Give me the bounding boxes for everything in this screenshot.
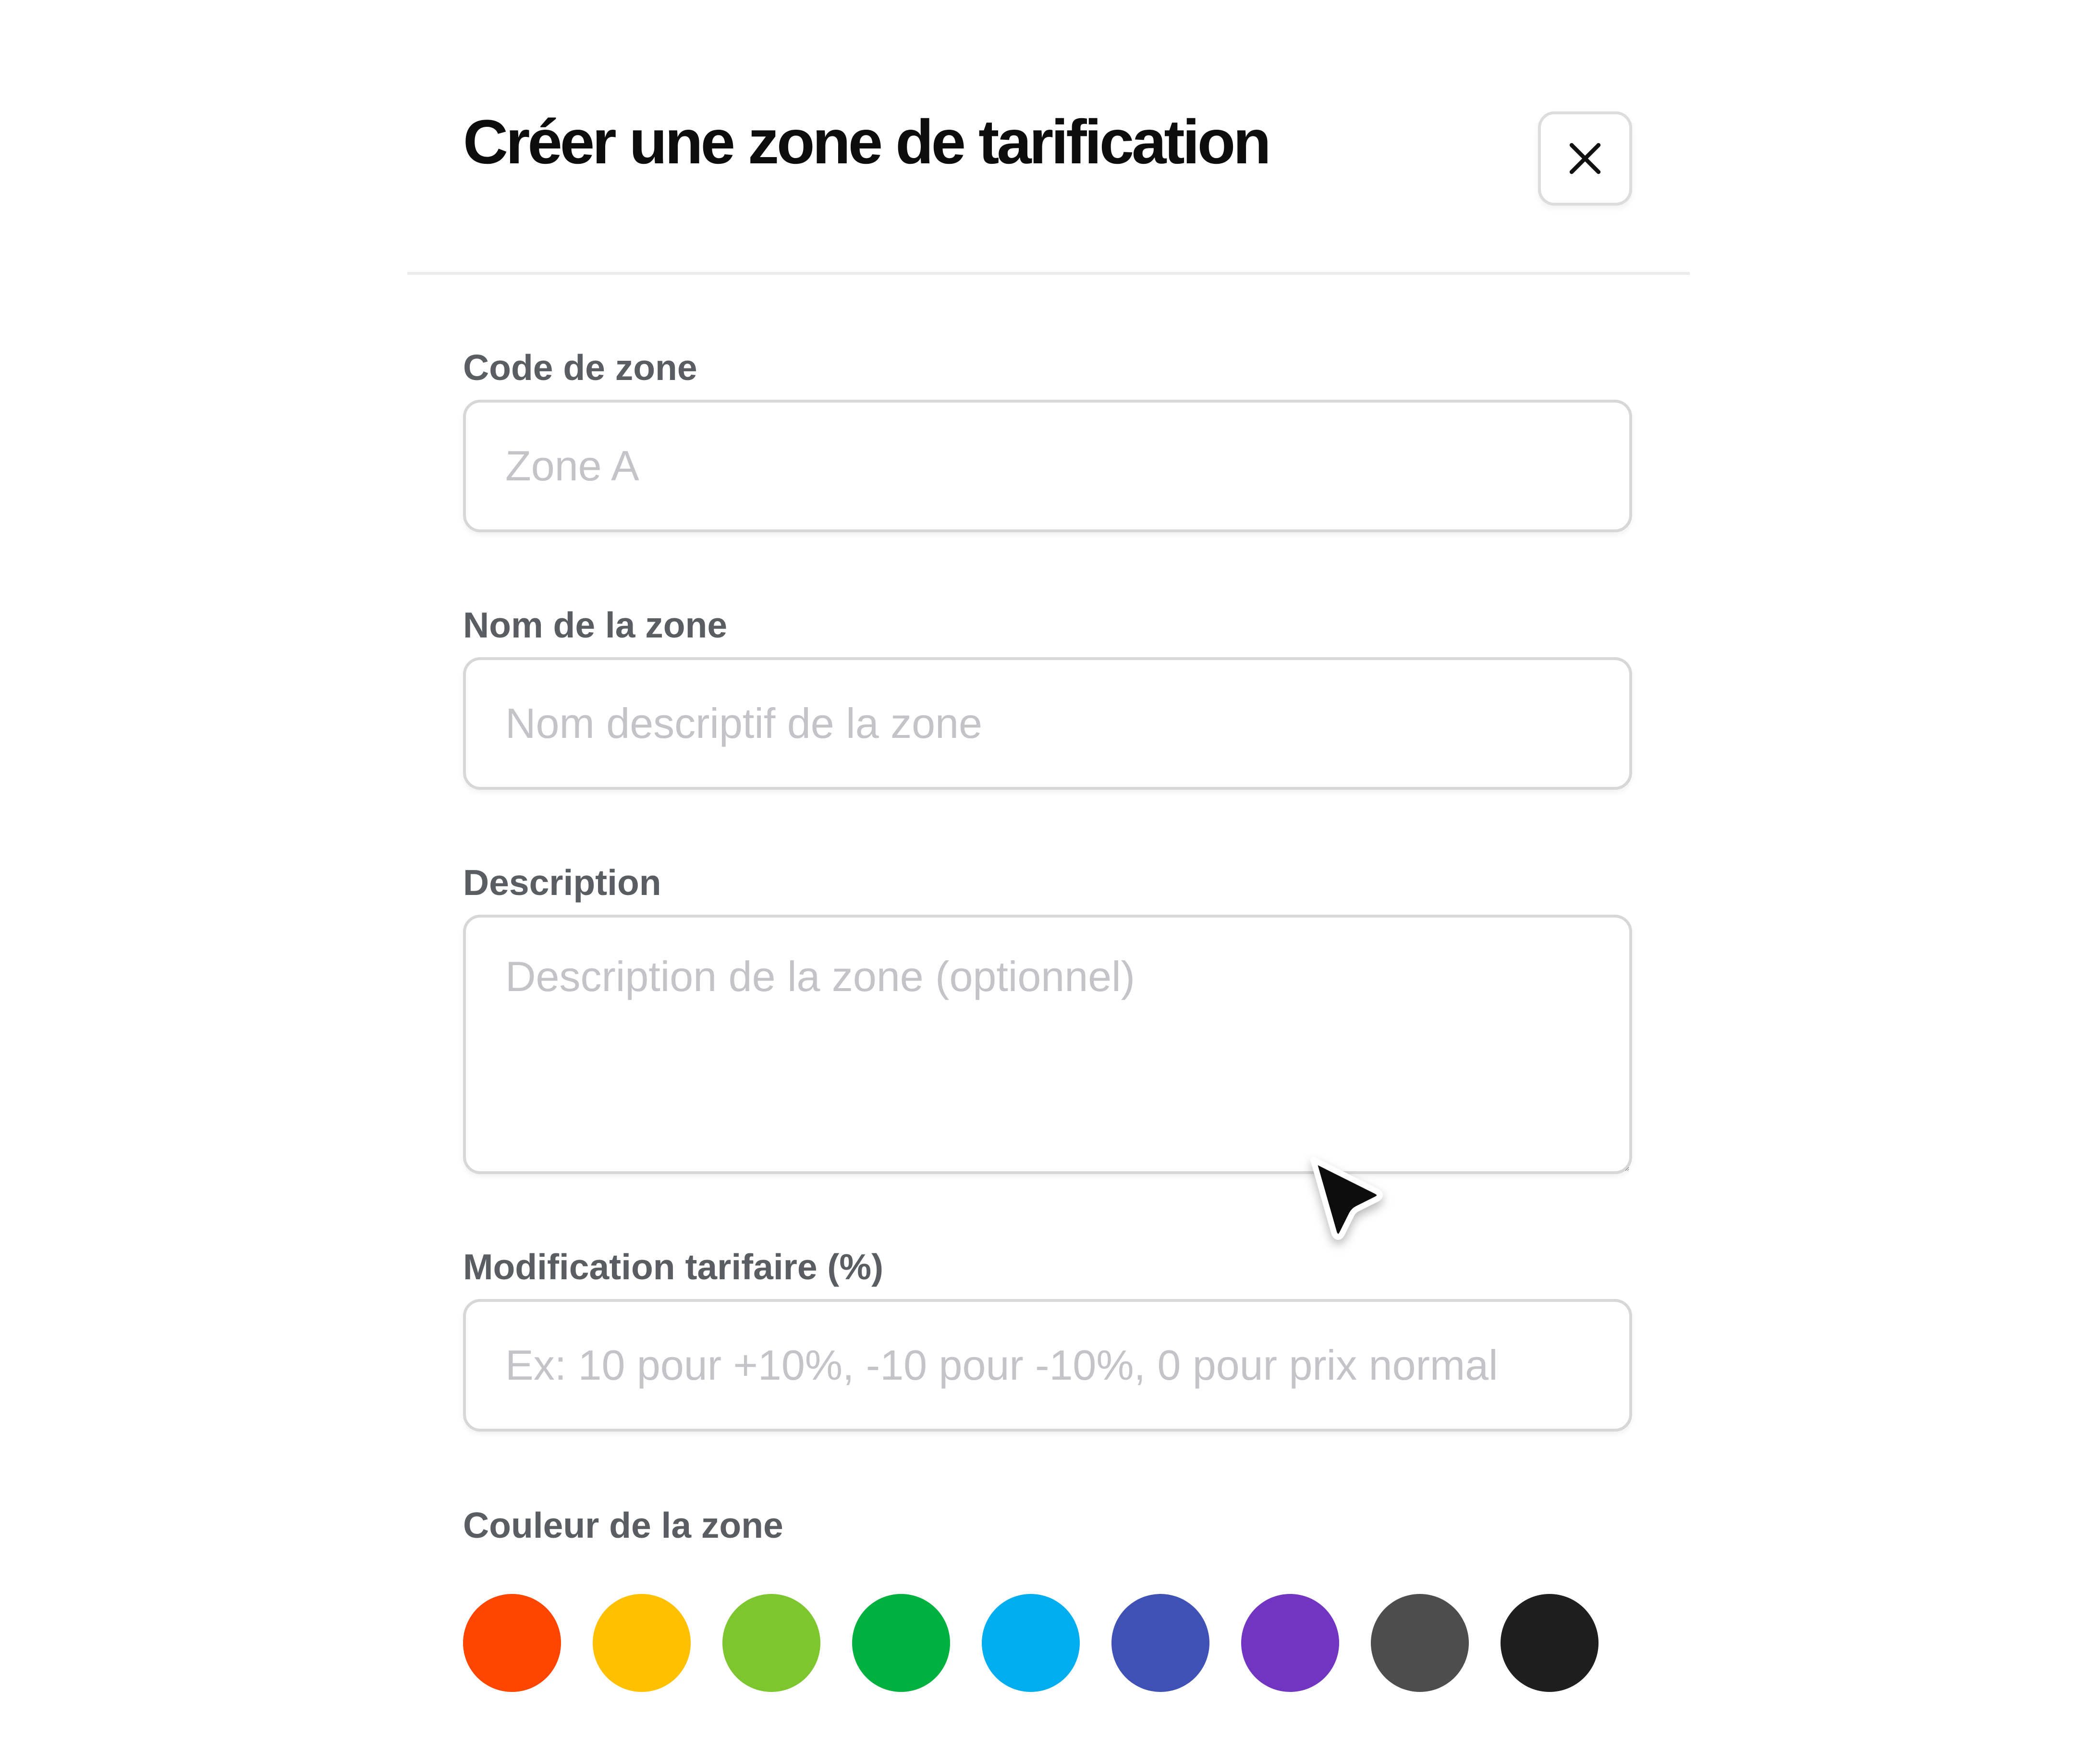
close-icon — [1569, 143, 1601, 174]
color-swatch-6[interactable] — [1111, 1594, 1209, 1692]
color-swatch-4[interactable] — [852, 1594, 950, 1692]
color-swatch-9[interactable] — [1501, 1594, 1599, 1692]
color-swatch-1[interactable] — [463, 1594, 561, 1692]
zone-name-input[interactable] — [463, 657, 1632, 790]
price-modification-input[interactable] — [463, 1299, 1632, 1432]
modal-title: Créer une zone de tarification — [463, 107, 1271, 177]
zone-code-input[interactable] — [463, 400, 1632, 532]
modal-header: Créer une zone de tarification — [407, 0, 1690, 275]
zone-name-label: Nom de la zone — [463, 605, 728, 645]
zone-color-swatches — [463, 1594, 1599, 1692]
color-swatch-5[interactable] — [982, 1594, 1080, 1692]
price-modification-label: Modification tarifaire (%) — [463, 1247, 884, 1287]
create-pricing-zone-modal: Créer une zone de tarification Code de z… — [407, 0, 1690, 1764]
color-swatch-3[interactable] — [722, 1594, 820, 1692]
color-swatch-2[interactable] — [593, 1594, 691, 1692]
zone-code-label: Code de zone — [463, 347, 697, 388]
description-textarea[interactable] — [463, 915, 1632, 1174]
description-label: Description — [463, 862, 661, 903]
zone-color-label: Couleur de la zone — [463, 1505, 783, 1545]
color-swatch-7[interactable] — [1241, 1594, 1339, 1692]
close-button[interactable] — [1538, 111, 1632, 206]
color-swatch-8[interactable] — [1371, 1594, 1469, 1692]
